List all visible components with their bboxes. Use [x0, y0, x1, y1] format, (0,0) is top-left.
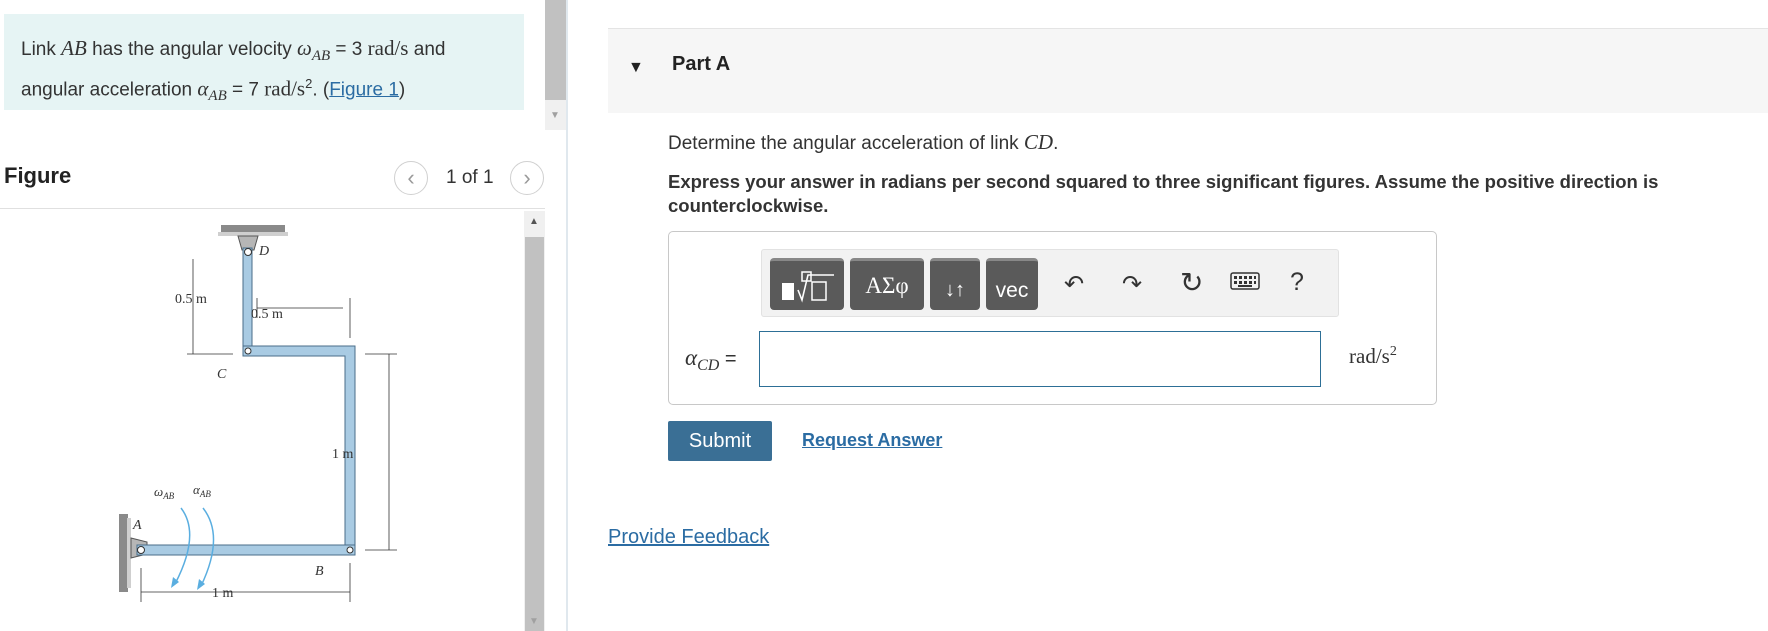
link-ab — [136, 544, 356, 556]
scrollbar-thumb[interactable] — [545, 0, 566, 100]
chevron-right-icon: › — [523, 165, 531, 190]
equals-sign: = — [719, 348, 737, 370]
request-answer-link[interactable]: Request Answer — [802, 430, 942, 451]
greek-symbols-button[interactable]: ΑΣφ — [850, 258, 924, 310]
keyboard-keys — [1234, 276, 1256, 287]
reset-icon[interactable]: ↻ — [1180, 266, 1203, 299]
problem-text: . ( — [312, 79, 330, 101]
omega-label: ωAB — [154, 484, 175, 501]
template-box — [782, 282, 794, 300]
alpha-label: αAB — [193, 482, 211, 499]
templates-button[interactable] — [770, 258, 844, 310]
omega-unit: rad/s — [367, 36, 409, 60]
question-text-part: . — [1053, 133, 1059, 154]
template-box — [811, 280, 827, 301]
answer-input[interactable] — [759, 331, 1321, 387]
caret-down-icon[interactable]: ▼ — [628, 59, 644, 77]
scroll-down-arrow-icon[interactable]: ▼ — [550, 110, 560, 121]
redo-icon[interactable]: ↷ — [1122, 270, 1142, 299]
help-button[interactable]: ? — [1290, 268, 1304, 297]
dimension-label-bottom: 1 m — [212, 586, 234, 601]
chevron-left-icon: ‹ — [407, 165, 415, 190]
pin-b — [346, 546, 354, 554]
part-a-label: Part A — [672, 53, 731, 75]
dimension-label-top: 0.5 m — [251, 307, 283, 322]
alpha-unit: rad/s — [264, 76, 306, 101]
mechanism-figure: D C A B 0.5 m 0.5 m 1 m 1 m ωAB αAB — [119, 225, 397, 602]
point-c-label: C — [217, 367, 227, 382]
alpha-subscript: AB — [208, 87, 227, 104]
question-text-part: Determine the angular acceleration of li… — [668, 133, 1024, 154]
scrollbar-thumb[interactable] — [525, 237, 544, 631]
omega-value: = 3 — [330, 39, 368, 60]
fraction-sqrt-icon — [782, 270, 834, 303]
scroll-down-arrow-icon[interactable]: ▼ — [529, 616, 539, 627]
figure-page-counter: 1 of 1 — [446, 167, 494, 188]
question-text: Determine the angular acceleration of li… — [668, 130, 1058, 155]
problem-text: ) — [398, 79, 406, 101]
part-a-header[interactable]: ▼ Part A — [608, 28, 1768, 113]
answer-instructions: Express your answer in radians per secon… — [668, 171, 1659, 216]
figure-scrollbar[interactable]: ▲ ▼ — [524, 211, 545, 631]
cd-subscript: CD — [697, 357, 720, 374]
vector-button[interactable]: vec — [986, 258, 1038, 310]
undo-icon[interactable]: ↶ — [1064, 270, 1084, 299]
problem-statement: Link AB has the angular velocity ωAB = 3… — [4, 14, 524, 110]
sqrt-sign — [797, 273, 834, 303]
previous-figure-button[interactable]: ‹ — [394, 161, 428, 195]
wall-support — [127, 518, 131, 588]
alpha-symbol: α — [197, 76, 209, 101]
point-d-label: D — [258, 244, 269, 259]
unit-exponent: 2 — [1389, 344, 1397, 359]
wall-support — [119, 514, 128, 592]
figure-divider — [0, 208, 545, 209]
omega-symbol: ω — [296, 36, 312, 60]
problem-text: Link — [21, 39, 62, 60]
dimension-label-left: 0.5 m — [175, 292, 207, 307]
figure-title: Figure — [4, 163, 72, 188]
answer-box: ΑΣφ ↓↑ vec ↶ ↷ ↻ ? αCD = rad/s2 — [668, 231, 1437, 405]
pin-d — [244, 248, 252, 256]
problem-text: angular acceleration — [21, 79, 198, 101]
left-pane: Link AB has the angular velocity ωAB = 3… — [0, 0, 545, 631]
answer-variable-label: αCD = — [685, 345, 737, 375]
next-figure-button[interactable]: › — [510, 161, 544, 195]
arrows-button[interactable]: ↓↑ — [930, 258, 980, 310]
keyboard-icon[interactable] — [1230, 272, 1260, 290]
figure-1-link[interactable]: Figure 1 — [329, 79, 399, 100]
point-b-label: B — [315, 564, 324, 579]
omega-subscript: AB — [311, 47, 331, 64]
math-toolbar: ΑΣφ ↓↑ vec ↶ ↷ ↻ ? — [761, 249, 1339, 317]
ceiling-support — [218, 232, 288, 236]
unit-text: rad/s — [1349, 344, 1390, 368]
pin-c — [244, 347, 252, 355]
pin-a — [137, 546, 145, 554]
scroll-up-arrow-icon[interactable]: ▲ — [529, 216, 539, 227]
point-a-label: A — [132, 518, 142, 533]
alpha-symbol: α — [685, 345, 698, 370]
pane-divider[interactable] — [566, 0, 568, 631]
link-cd-math: CD — [1023, 130, 1054, 154]
submit-button[interactable]: Submit — [668, 421, 772, 461]
dimension-label-right: 1 m — [332, 447, 354, 462]
alpha-value: = 7 — [226, 79, 265, 101]
problem-scrollbar[interactable]: ▼ — [545, 0, 566, 130]
link-cd — [242, 247, 253, 347]
provide-feedback-link[interactable]: Provide Feedback — [608, 526, 769, 549]
problem-text: has the angular velocity — [86, 39, 297, 60]
answer-unit: rad/s2 — [1349, 344, 1397, 369]
problem-text: and — [408, 39, 446, 60]
link-ab-math: AB — [61, 36, 87, 60]
